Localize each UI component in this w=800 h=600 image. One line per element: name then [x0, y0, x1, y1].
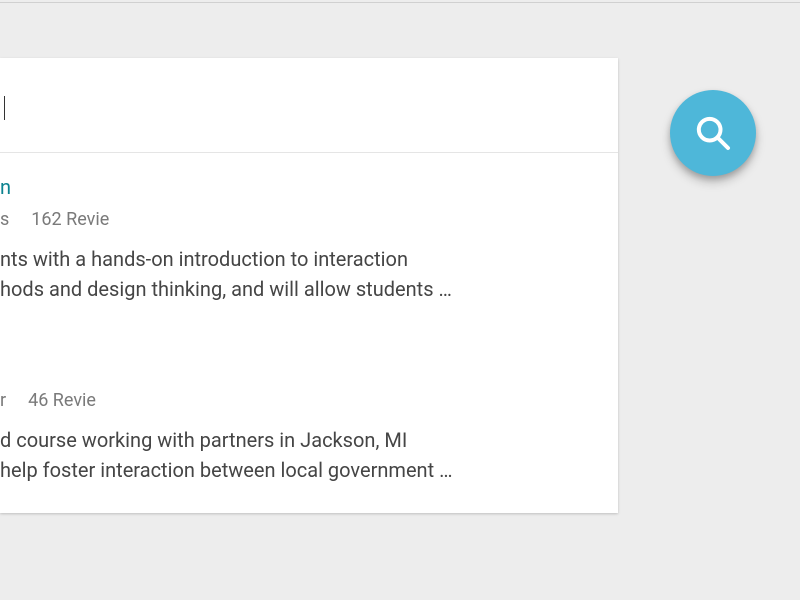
result-description-line: nts with a hands-on introduction to inte… — [0, 244, 618, 274]
result-author-fragment: s — [0, 209, 9, 230]
search-header[interactable] — [0, 58, 618, 153]
result-item[interactable]: r 46 Revie d course working with partner… — [0, 332, 618, 513]
results-card: n s 162 Revie nts with a hands-on introd… — [0, 58, 618, 513]
result-description-line: help foster interaction between local go… — [0, 455, 618, 485]
result-description-line: d course working with partners in Jackso… — [0, 425, 618, 455]
result-description-line: hods and design thinking, and will allow… — [0, 274, 618, 304]
result-author-fragment: r — [0, 390, 6, 411]
text-cursor — [4, 96, 5, 120]
result-item[interactable]: n s 162 Revie nts with a hands-on introd… — [0, 153, 618, 332]
result-reviews: 46 Revie — [28, 390, 96, 411]
result-reviews: 162 Revie — [31, 209, 109, 230]
window-divider — [0, 2, 800, 3]
search-icon — [693, 113, 733, 153]
result-meta: s 162 Revie — [0, 209, 618, 230]
result-title: n — [0, 175, 618, 199]
search-fab[interactable] — [670, 90, 756, 176]
result-meta: r 46 Revie — [0, 390, 618, 411]
